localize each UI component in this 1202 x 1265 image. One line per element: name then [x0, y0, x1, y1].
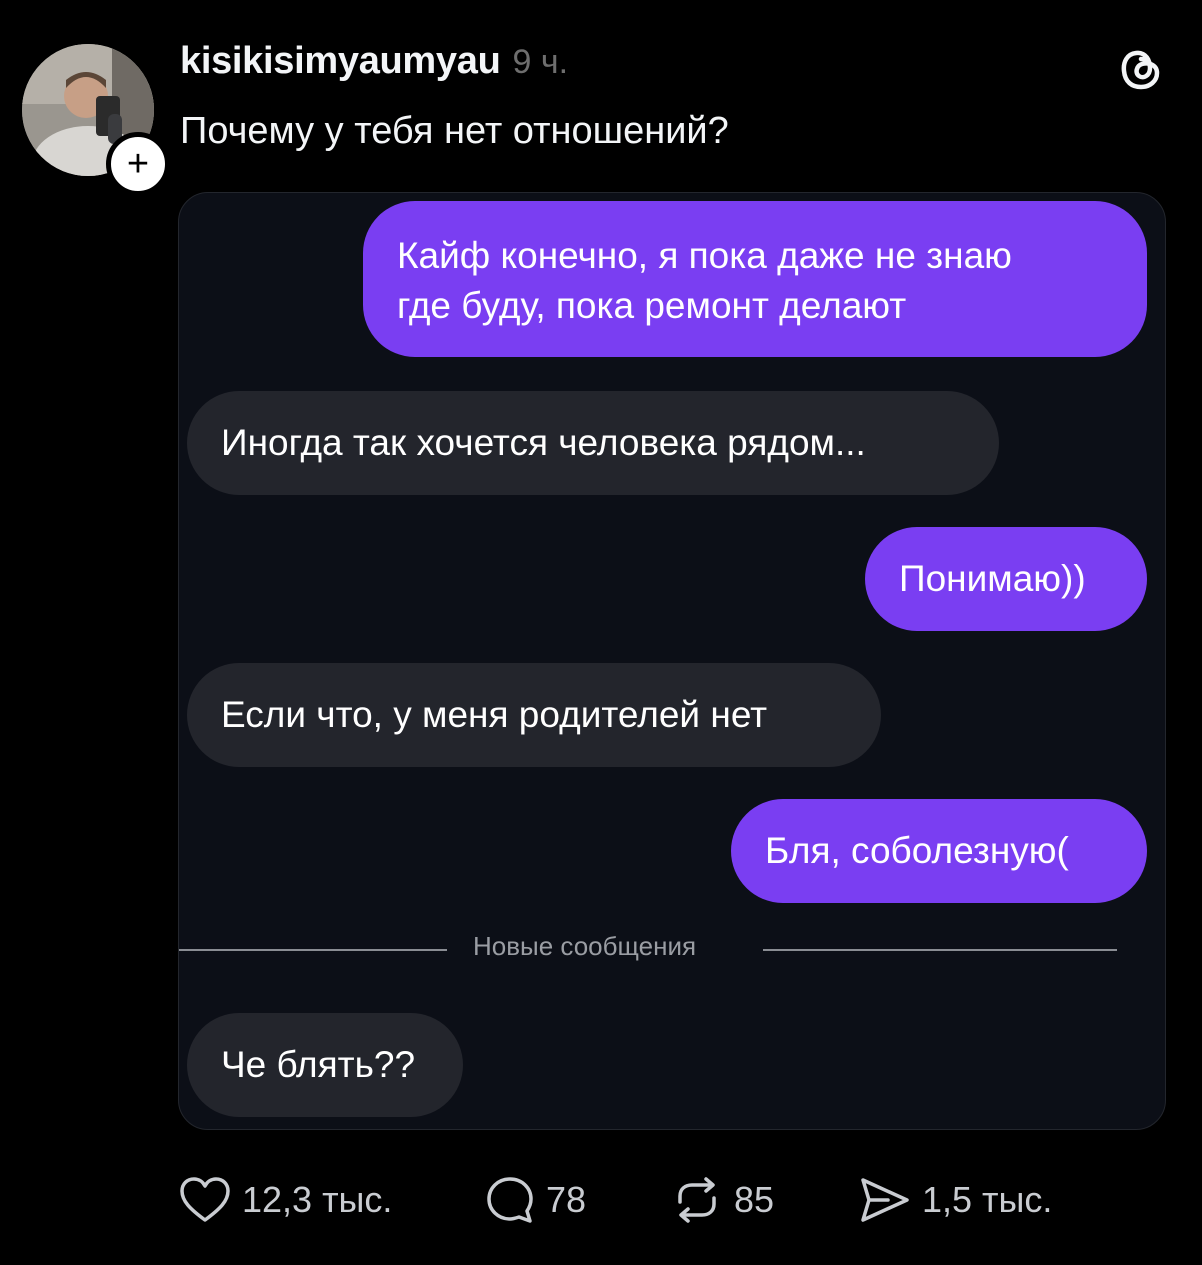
like-button[interactable]: 12,3 тыс. [178, 1172, 392, 1228]
reply-button[interactable]: 78 [484, 1172, 586, 1228]
message-text: Бля, соболезную( [765, 830, 1069, 871]
message-text: Если что, у меня родителей нет [221, 694, 768, 735]
author-avatar-wrapper[interactable]: + [22, 44, 170, 196]
follow-button[interactable]: + [106, 132, 170, 196]
post-actions: 12,3 тыс. 78 85 1,5 тыс. [178, 1172, 1138, 1228]
heart-icon [180, 1177, 230, 1222]
share-count: 1,5 тыс. [922, 1179, 1053, 1220]
post-header: kisikisimyaumyau 9 ч. [180, 40, 568, 83]
message-bubble-incoming: Иногда так хочется человека рядом... [187, 391, 999, 495]
message-bubble-outgoing: Понимаю)) [865, 527, 1147, 631]
new-messages-divider: Новые сообщения [179, 929, 1165, 969]
divider-label: Новые сообщения [473, 931, 697, 961]
threads-post: + kisikisimyaumyau 9 ч. Почему у тебя не… [0, 0, 1202, 1265]
message-text-line: где буду, пока ремонт делают [397, 285, 907, 326]
divider-line [179, 949, 447, 951]
divider-line [763, 949, 1117, 951]
message-text-line: Кайф конечно, я пока даже не знаю [397, 235, 1012, 276]
timestamp: 9 ч. [512, 43, 569, 81]
username[interactable]: kisikisimyaumyau [180, 40, 501, 83]
message-bubble-outgoing: Кайф конечно, я пока даже не знаю где бу… [363, 201, 1147, 357]
reply-count: 78 [546, 1179, 587, 1220]
message-bubble-outgoing: Бля, соболезную( [731, 799, 1147, 903]
share-button[interactable]: 1,5 тыс. [858, 1172, 1052, 1228]
repost-count: 85 [734, 1179, 775, 1220]
speech-bubble-icon [487, 1177, 533, 1223]
message-text: Иногда так хочется человека рядом... [221, 422, 866, 463]
send-icon [861, 1178, 909, 1222]
repost-button[interactable]: 85 [670, 1172, 774, 1228]
plus-icon: + [126, 143, 150, 185]
like-count: 12,3 тыс. [242, 1179, 393, 1220]
chat-screenshot[interactable]: Кайф конечно, я пока даже не знаю где бу… [178, 192, 1166, 1130]
repost-icon [678, 1177, 716, 1223]
message-text: Че блять?? [221, 1044, 416, 1085]
message-bubble-incoming: Если что, у меня родителей нет [187, 663, 881, 767]
threads-icon[interactable] [1116, 44, 1166, 94]
post-caption: Почему у тебя нет отношений? [180, 110, 729, 152]
message-text: Понимаю)) [899, 558, 1086, 599]
message-bubble-incoming: Че блять?? [187, 1013, 463, 1117]
